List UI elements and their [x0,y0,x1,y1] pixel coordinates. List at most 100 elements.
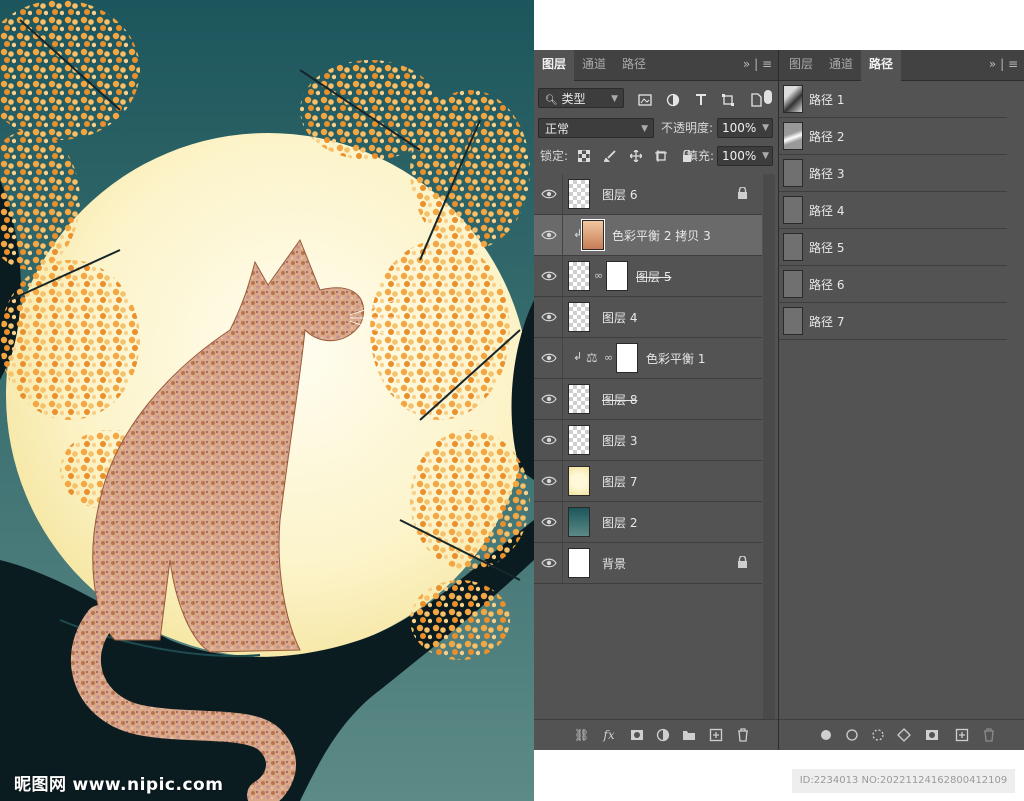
path-thumbnail[interactable] [783,159,803,187]
layer-thumbnail[interactable] [568,179,590,209]
layer-thumbnail[interactable] [568,548,590,578]
filter-kind-dropdown[interactable]: 🔍︎ 类型 ▼ [538,88,624,108]
menu-icon[interactable]: ≡ [1008,57,1018,71]
path-name[interactable]: 路径 5 [809,239,844,256]
visibility-eye-icon[interactable] [541,392,557,406]
layer-thumbnail[interactable] [581,219,605,251]
path-row[interactable]: 路径 1 [779,81,1007,118]
visibility-eye-icon[interactable] [541,474,557,488]
path-thumbnail[interactable] [783,233,803,261]
path-thumbnail[interactable] [783,122,803,150]
visibility-eye-icon[interactable] [541,187,557,201]
layer-style-icon[interactable]: fx [602,728,616,742]
stroke-path-icon[interactable] [845,728,859,742]
lock-move-icon[interactable] [629,149,642,162]
layer-name[interactable]: 图层 8 [602,391,637,408]
path-row[interactable]: 路径 3 [779,155,1007,192]
layer-mask-thumbnail[interactable] [616,343,638,373]
layer-row[interactable]: ↲ ⚖ ∞ 色彩平衡 1 [534,338,762,379]
link-layers-icon[interactable]: ⛓ [574,728,589,742]
blend-mode-dropdown[interactable]: 正常 ▼ [538,118,654,138]
layer-name[interactable]: 图层 4 [602,309,637,326]
layer-name[interactable]: 图层 3 [602,432,637,449]
layer-row[interactable]: 图层 3 [534,420,762,461]
add-mask-icon[interactable] [925,728,939,742]
layer-thumbnail[interactable] [568,384,590,414]
path-name[interactable]: 路径 3 [809,165,844,182]
load-selection-icon[interactable] [871,728,885,742]
layer-row[interactable]: ∞ 图层 5 [534,256,762,297]
new-group-icon[interactable] [682,728,696,742]
path-row[interactable]: 路径 5 [779,229,1007,266]
smart-object-filter-icon[interactable] [749,92,763,107]
type-filter-icon[interactable] [694,93,708,107]
menu-icon[interactable]: ≡ [762,57,772,71]
lock-artboard-icon[interactable] [655,149,668,162]
layer-thumbnail[interactable] [568,261,590,291]
lock-transparent-icon[interactable] [578,149,590,162]
path-thumbnail[interactable] [783,270,803,298]
chevron-down-icon[interactable]: ▼ [762,147,769,166]
filter-toggle[interactable] [764,90,772,104]
chevron-down-icon[interactable]: ▼ [762,119,769,138]
visibility-eye-icon[interactable] [541,310,557,324]
collapse-icon[interactable]: » [989,57,996,71]
fill-path-icon[interactable] [819,728,833,742]
layer-thumbnail[interactable] [568,302,590,332]
delete-path-icon[interactable] [982,728,996,742]
mask-link-icon[interactable]: ∞ [604,351,613,364]
layer-row[interactable]: 图层 7 [534,461,762,502]
layer-row[interactable]: ↲ 色彩平衡 2 拷贝 3 [534,215,762,256]
path-name[interactable]: 路径 1 [809,91,844,108]
path-name[interactable]: 路径 6 [809,276,844,293]
tab-channels[interactable]: 通道 [821,50,861,80]
layer-thumbnail[interactable] [568,466,590,496]
layer-row[interactable]: 图层 8 [534,379,762,420]
layer-name[interactable]: 图层 7 [602,473,637,490]
fill-input[interactable]: 100% ▼ [717,146,773,166]
image-filter-icon[interactable] [638,93,652,107]
delete-layer-icon[interactable] [736,728,750,742]
path-name[interactable]: 路径 4 [809,202,844,219]
path-row[interactable]: 路径 4 [779,192,1007,229]
collapse-icon[interactable]: » [743,57,750,71]
layer-mask-thumbnail[interactable] [606,261,628,291]
layer-name[interactable]: 图层 5 [636,268,671,285]
layer-row[interactable]: 图层 4 [534,297,762,338]
add-mask-icon[interactable] [630,728,644,742]
layer-name[interactable]: 色彩平衡 2 拷贝 3 [612,227,711,244]
new-adjustment-icon[interactable] [656,728,670,742]
opacity-input[interactable]: 100% ▼ [717,118,773,138]
tab-layers[interactable]: 图层 [534,50,575,81]
visibility-eye-icon[interactable] [541,269,557,283]
panel-menu-controls[interactable]: » | ≡ [743,50,772,80]
path-row[interactable]: 路径 7 [779,303,1007,340]
lock-brush-icon[interactable] [603,149,616,162]
layer-name[interactable]: 图层 6 [602,186,637,203]
layer-name[interactable]: 色彩平衡 1 [646,350,705,367]
path-name[interactable]: 路径 2 [809,128,844,145]
tab-layers[interactable]: 图层 [781,50,821,80]
visibility-eye-icon[interactable] [541,228,557,242]
visibility-eye-icon[interactable] [541,351,557,365]
new-layer-icon[interactable] [709,728,723,742]
shape-filter-icon[interactable] [721,93,735,107]
path-thumbnail[interactable] [783,196,803,224]
layer-row[interactable]: 背景 [534,543,762,584]
path-name[interactable]: 路径 7 [809,313,844,330]
mask-link-icon[interactable]: ∞ [594,269,603,282]
new-path-icon[interactable] [955,728,969,742]
path-thumbnail[interactable] [783,307,803,335]
tab-paths[interactable]: 路径 [861,50,902,81]
path-row[interactable]: 路径 6 [779,266,1007,303]
tab-paths[interactable]: 路径 [614,50,654,80]
tab-channels[interactable]: 通道 [574,50,614,80]
path-row[interactable]: 路径 2 [779,118,1007,155]
adjustment-filter-icon[interactable] [666,93,680,107]
layer-row[interactable]: 图层 6 [534,174,762,215]
visibility-eye-icon[interactable] [541,433,557,447]
layer-thumbnail[interactable] [568,425,590,455]
layer-list-scrollbar[interactable] [763,174,775,720]
layer-thumbnail[interactable] [568,507,590,537]
panel-menu-controls[interactable]: » | ≡ [989,50,1018,80]
